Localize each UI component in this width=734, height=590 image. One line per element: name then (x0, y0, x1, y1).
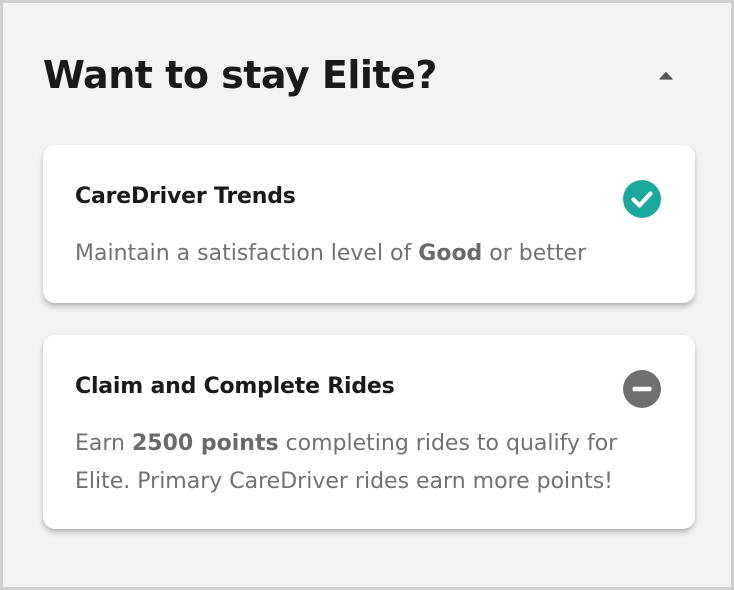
requirement-card-claim-complete-rides: Claim and Complete Rides Earn 2500 point… (43, 335, 695, 529)
requirement-card-caredriver-trends: CareDriver Trends Maintain a satisfactio… (43, 145, 695, 303)
card-title: CareDriver Trends (75, 184, 296, 209)
caret-up-icon (659, 71, 673, 80)
collapse-toggle-button[interactable] (653, 63, 679, 89)
card-description: Earn 2500 points completing rides to qua… (75, 425, 663, 501)
check-circle-icon (623, 180, 661, 218)
card-title: Claim and Complete Rides (75, 374, 395, 399)
card-description-highlight: Good (418, 241, 483, 266)
card-description-text: or better (482, 241, 587, 266)
card-description-highlight: 2500 points (131, 431, 279, 456)
elite-panel: Want to stay Elite? CareDriver Trends Ma… (0, 0, 734, 590)
card-description: Maintain a satisfaction level of Good or… (75, 235, 663, 273)
panel-header: Want to stay Elite? (43, 49, 691, 101)
panel-title: Want to stay Elite? (43, 53, 437, 97)
minus-circle-icon (623, 370, 661, 408)
card-description-text: Maintain a satisfaction level of (75, 241, 419, 266)
card-description-text: Earn (75, 431, 132, 456)
